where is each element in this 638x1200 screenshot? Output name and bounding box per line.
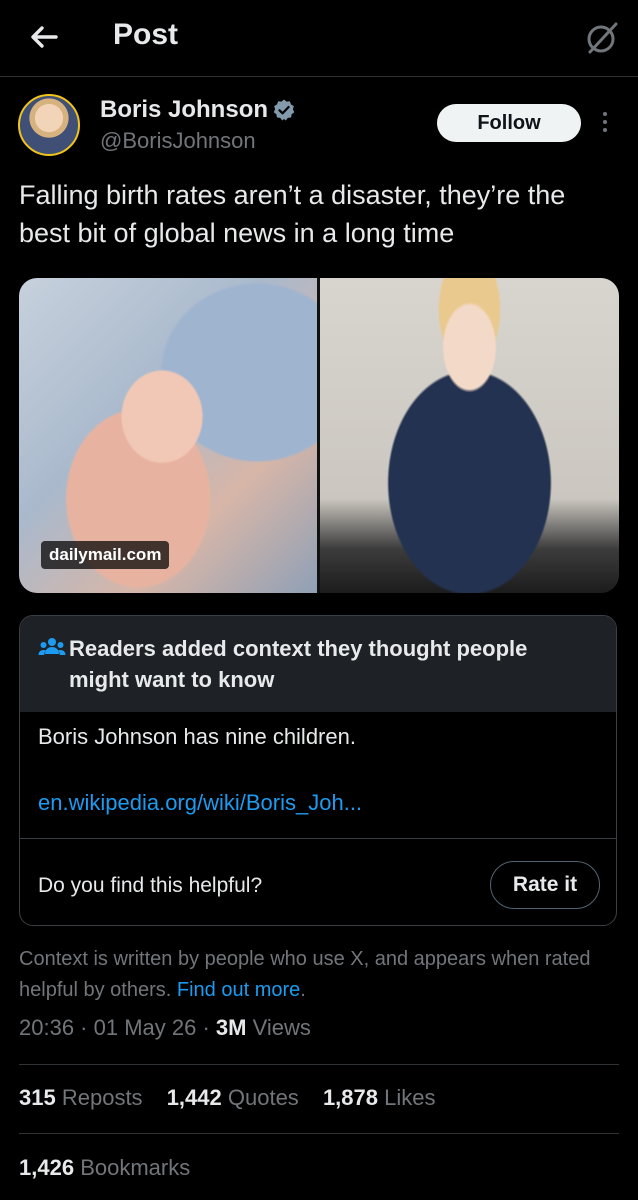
- community-note-link[interactable]: en.wikipedia.org/wiki/Boris_Joh...: [38, 790, 362, 816]
- verified-badge-icon: [273, 99, 295, 121]
- community-note: Readers added context they thought peopl…: [19, 615, 617, 926]
- divider: [20, 838, 616, 839]
- engagement-stats: 315 Reposts 1,442 Quotes 1,878 Likes: [19, 1085, 435, 1111]
- divider: [19, 1133, 619, 1134]
- quotes-label: Quotes: [227, 1085, 299, 1110]
- likes-stat[interactable]: 1,878 Likes: [323, 1085, 436, 1110]
- author-handle[interactable]: @BorisJohnson: [100, 128, 256, 154]
- likes-count: 1,878: [322, 1085, 378, 1110]
- bookmarks-stat[interactable]: 1,426 Bookmarks: [19, 1155, 190, 1181]
- follow-button[interactable]: Follow: [437, 104, 581, 142]
- bookmarks-label: Bookmarks: [80, 1155, 191, 1180]
- likes-label: Likes: [384, 1085, 436, 1110]
- top-bar: Post: [0, 0, 638, 77]
- arrow-left-icon: [31, 26, 58, 48]
- community-note-header: Readers added context they thought peopl…: [20, 616, 616, 712]
- views-label: Views: [246, 1015, 311, 1040]
- grok-button[interactable]: [582, 18, 622, 58]
- quotes-count: 1,442: [166, 1085, 222, 1110]
- community-note-title: Readers added context they thought peopl…: [69, 636, 528, 692]
- quotes-stat[interactable]: 1,442 Quotes: [167, 1085, 299, 1110]
- bookmarks-count: 1,426: [19, 1155, 75, 1180]
- post-time[interactable]: 20:36: [19, 1015, 74, 1040]
- grok-icon: [587, 22, 618, 54]
- views-count: 3M: [215, 1015, 247, 1040]
- media-source-label[interactable]: dailymail.com: [41, 541, 170, 569]
- post-text: Falling birth rates aren’t a disaster, t…: [19, 180, 566, 248]
- more-vertical-icon: [603, 112, 607, 116]
- reposts-stat[interactable]: 315 Reposts: [19, 1085, 143, 1110]
- divider: [19, 1064, 619, 1065]
- helpful-question: Do you find this helpful?: [38, 874, 263, 897]
- people-icon: [38, 638, 66, 655]
- post-date[interactable]: 01 May 26: [94, 1015, 197, 1040]
- rate-it-button[interactable]: Rate it: [490, 861, 600, 909]
- reposts-count: 315: [19, 1085, 56, 1110]
- context-disclaimer: Context is written by people who use X, …: [19, 944, 619, 1006]
- media-image-portrait[interactable]: [320, 278, 619, 593]
- back-button[interactable]: [22, 16, 66, 60]
- page-title: Post: [113, 18, 179, 51]
- post-media[interactable]: dailymail.com: [19, 278, 619, 593]
- more-options-button[interactable]: [594, 108, 616, 138]
- context-disclaimer-period: .: [300, 979, 306, 1001]
- reposts-label: Reposts: [61, 1085, 143, 1110]
- author-row: Boris Johnson @BorisJohnson Follow: [18, 94, 618, 164]
- community-note-body: Boris Johnson has nine children.: [38, 724, 356, 749]
- avatar[interactable]: [18, 94, 80, 156]
- post-meta: 20:36 · 01 May 26 · 3M Views: [19, 1015, 311, 1040]
- find-out-more-link[interactable]: Find out more: [177, 979, 300, 1001]
- author-name[interactable]: Boris Johnson: [100, 96, 268, 124]
